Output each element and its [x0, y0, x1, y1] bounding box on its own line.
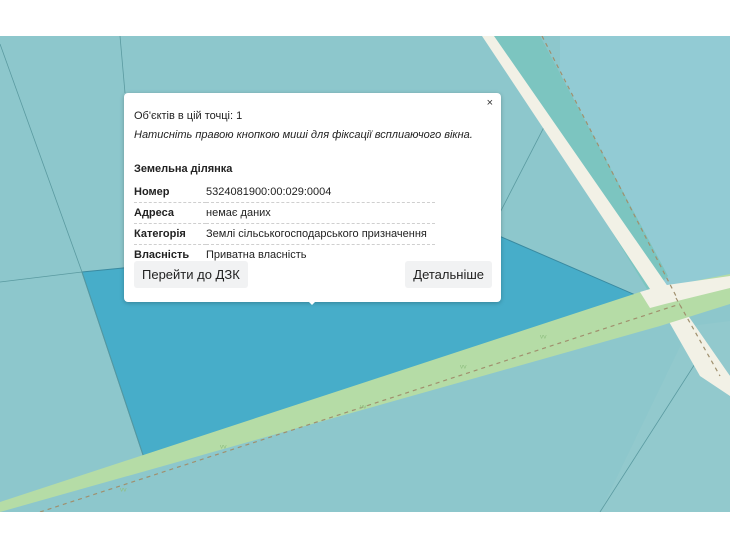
property-value: Землі сільськогосподарського призначення	[206, 223, 435, 245]
property-key: Адреса	[134, 202, 206, 224]
svg-text:ᵥᵥ: ᵥᵥ	[359, 400, 367, 411]
property-row: Номер 5324081900:00:029:0004	[134, 182, 435, 203]
feature-popup: × Об'єктів в цій точці: 1 Натисніть прав…	[124, 93, 501, 302]
property-value: 5324081900:00:029:0004	[206, 182, 435, 203]
section-title: Земельна ділянка	[134, 163, 233, 175]
property-key: Категорія	[134, 223, 206, 245]
svg-text:ᵥᵥ: ᵥᵥ	[119, 483, 127, 494]
property-key: Номер	[134, 182, 206, 203]
objects-count: Об'єктів в цій точці: 1	[134, 110, 243, 122]
property-row: Категорія Землі сільськогосподарського п…	[134, 223, 435, 245]
svg-text:ᵥᵥ: ᵥᵥ	[219, 440, 227, 451]
svg-text:ᵥᵥ: ᵥᵥ	[539, 330, 547, 341]
popup-tip	[301, 294, 323, 305]
svg-text:ᵥᵥ: ᵥᵥ	[459, 360, 467, 371]
popup-hint: Натисніть правою кнопкою миші для фіксац…	[134, 129, 473, 141]
properties-table: Номер 5324081900:00:029:0004 Адреса нема…	[134, 182, 435, 265]
close-popup-button[interactable]: ×	[487, 96, 493, 110]
property-value: немає даних	[206, 202, 435, 224]
details-button[interactable]: Детальніше	[405, 261, 492, 288]
go-to-dzk-button[interactable]: Перейти до ДЗК	[134, 261, 248, 288]
property-row: Адреса немає даних	[134, 202, 435, 224]
